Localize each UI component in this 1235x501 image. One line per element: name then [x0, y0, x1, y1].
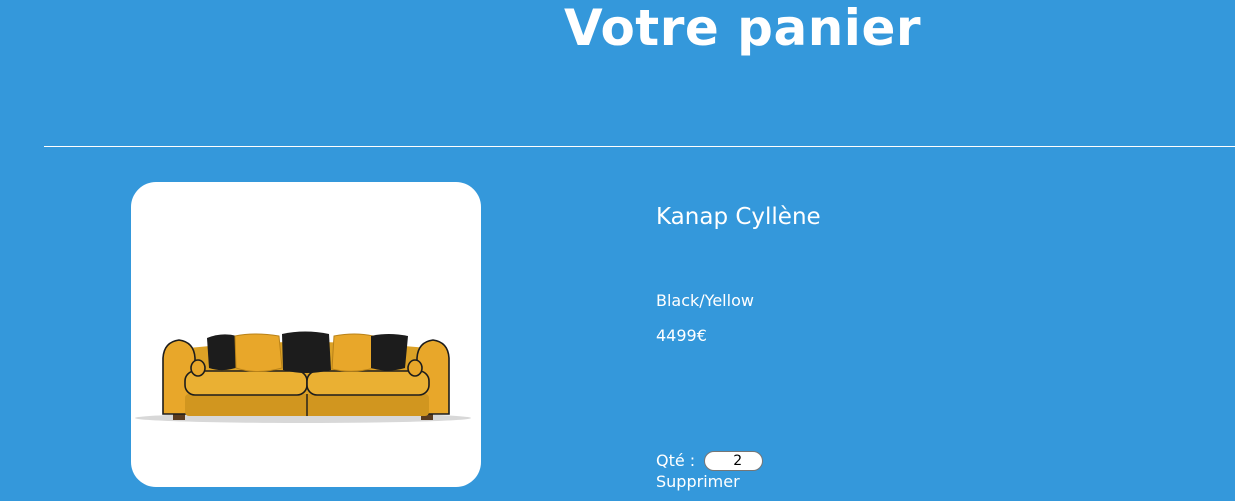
item-details: Kanap Cyllène Black/Yellow 4499€ Qté : S… [656, 182, 1216, 501]
sofa-image [135, 331, 471, 423]
page-title: Votre panier [563, 0, 922, 57]
cart-item: Kanap Cyllène Black/Yellow 4499€ Qté : S… [131, 182, 1235, 501]
quantity-input[interactable] [704, 451, 764, 471]
product-price: 4499€ [656, 326, 707, 345]
product-image [131, 182, 481, 487]
quantity-label: Qté : [656, 451, 696, 470]
product-color: Black/Yellow [656, 291, 754, 310]
product-name: Kanap Cyllène [656, 204, 821, 230]
quantity-row: Qté : [656, 450, 764, 472]
header-divider [44, 146, 1235, 147]
delete-item-link[interactable]: Supprimer [656, 471, 740, 493]
